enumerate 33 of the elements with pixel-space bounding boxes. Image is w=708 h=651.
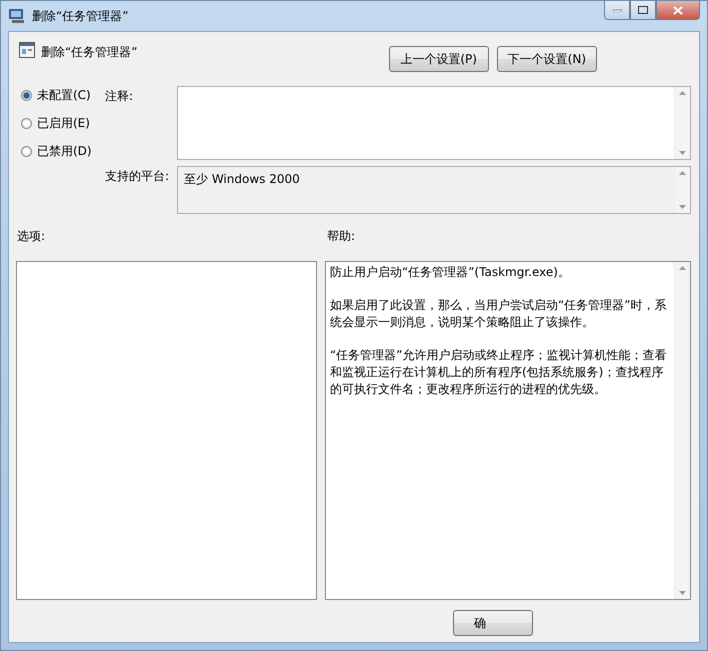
radio-label: 未配置(C) <box>37 86 91 104</box>
scroll-up-icon[interactable] <box>679 91 686 95</box>
platform-label: 支持的平台: <box>105 168 170 185</box>
nav-button[interactable]: 上一个设置(P) <box>388 46 489 72</box>
scroll-up-icon[interactable] <box>679 171 686 175</box>
comment-label: 注释: <box>105 88 134 105</box>
scroll-down-icon[interactable] <box>679 591 686 595</box>
options-label: 选项: <box>17 228 46 245</box>
help-text: 防止用户启动“任务管理器”(Taskmgr.exe)。 <box>330 264 571 281</box>
radio-button[interactable] <box>21 90 32 100</box>
radio-label: 已启用(E) <box>37 114 90 132</box>
maximize-icon <box>638 6 648 14</box>
help-label: 帮助: <box>327 228 356 245</box>
policy-title: 删除“任务管理器” <box>41 44 138 61</box>
close-button[interactable] <box>656 1 700 20</box>
computer-icon <box>8 8 26 24</box>
platform-value: 至少 Windows 2000 <box>183 171 301 188</box>
comment-field[interactable] <box>177 86 691 160</box>
minimize-icon <box>612 8 622 12</box>
help-text: “任务管理器”允许用户启动或终止程序；监视计算机性能；查看和监视正运行在计算机上的所有程序(包括系统服务)；查找程序的可执行文件名；更改程序所运行的进程的优先级。 <box>330 347 668 398</box>
maximize-button[interactable] <box>630 1 656 20</box>
scroll-up-icon[interactable] <box>679 266 686 270</box>
window-title: 删除“任务管理器” <box>32 8 128 24</box>
close-icon <box>673 6 683 14</box>
policy-icon <box>19 42 35 58</box>
ok-button[interactable]: 确 <box>453 610 533 636</box>
scroll-down-icon[interactable] <box>679 205 686 209</box>
scroll-down-icon[interactable] <box>679 151 686 155</box>
help-text: 如果启用了此设置，那么，当用户尝试启动“任务管理器”时，系统会显示一则消息，说明某个策略阻止了该操作。 <box>330 297 668 331</box>
radio-button[interactable] <box>21 118 32 128</box>
radio-label: 已禁用(D) <box>37 142 92 160</box>
radio-button[interactable] <box>21 146 32 156</box>
nav-button[interactable]: 下一个设置(N) <box>496 46 597 72</box>
